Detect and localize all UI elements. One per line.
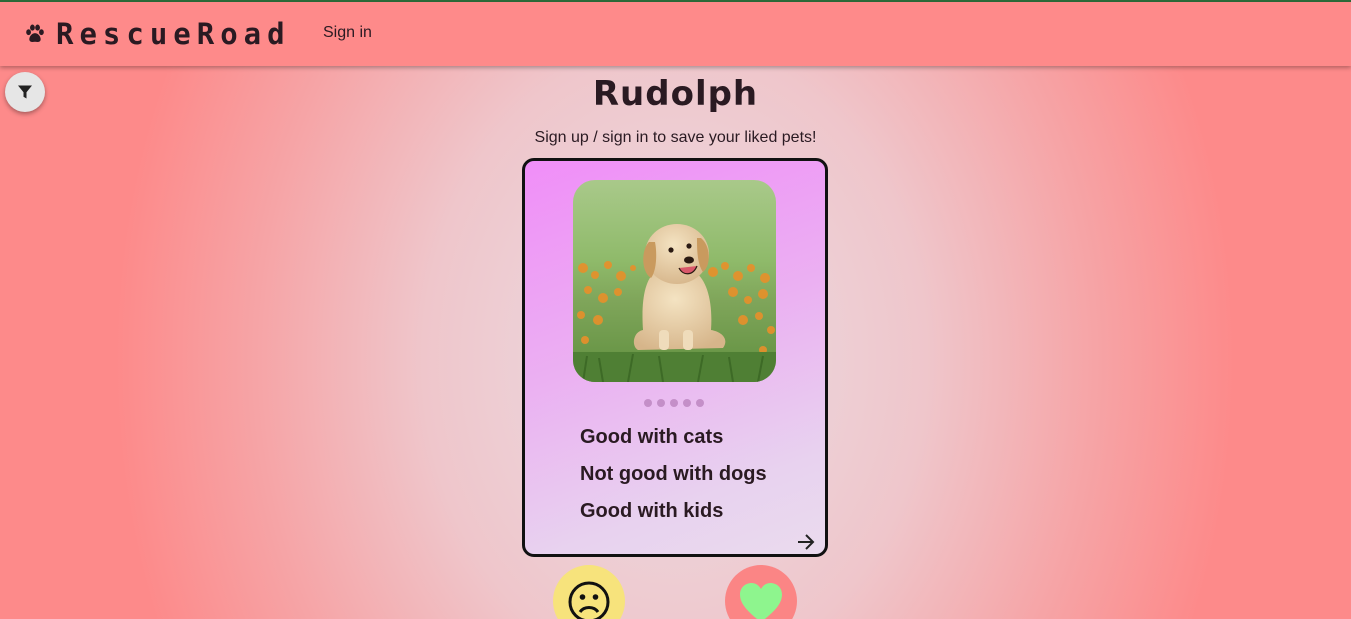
photo-dot[interactable] bbox=[696, 399, 704, 407]
trait-dogs: Not good with dogs bbox=[580, 463, 767, 485]
photo-dot[interactable] bbox=[683, 399, 691, 407]
photo-pagination bbox=[644, 399, 704, 409]
photo-dot[interactable] bbox=[670, 399, 678, 407]
photo-dot[interactable] bbox=[644, 399, 652, 407]
sign-in-link[interactable]: Sign in bbox=[323, 24, 372, 42]
arrow-right-icon[interactable] bbox=[795, 531, 817, 553]
brand-logo[interactable]: RescueRoad bbox=[24, 14, 291, 54]
pet-name-title: Rudolph bbox=[592, 74, 759, 114]
brand-name: RescueRoad bbox=[56, 17, 291, 51]
heart-icon bbox=[740, 583, 782, 619]
like-button[interactable] bbox=[725, 565, 797, 619]
pet-card: Good with cats Not good with dogs Good w… bbox=[522, 158, 828, 557]
puppy-photo-illustration bbox=[573, 180, 776, 382]
top-navbar: RescueRoad Sign in bbox=[0, 2, 1351, 66]
trait-kids: Good with kids bbox=[580, 500, 724, 522]
frown-face-icon bbox=[568, 581, 610, 619]
signin-prompt: Sign up / sign in to save your liked pet… bbox=[534, 129, 817, 146]
trait-cats: Good with cats bbox=[580, 426, 724, 448]
photo-dot[interactable] bbox=[657, 399, 665, 407]
dislike-button[interactable] bbox=[553, 565, 625, 619]
pet-photo[interactable] bbox=[573, 180, 776, 382]
paw-icon bbox=[26, 24, 44, 42]
